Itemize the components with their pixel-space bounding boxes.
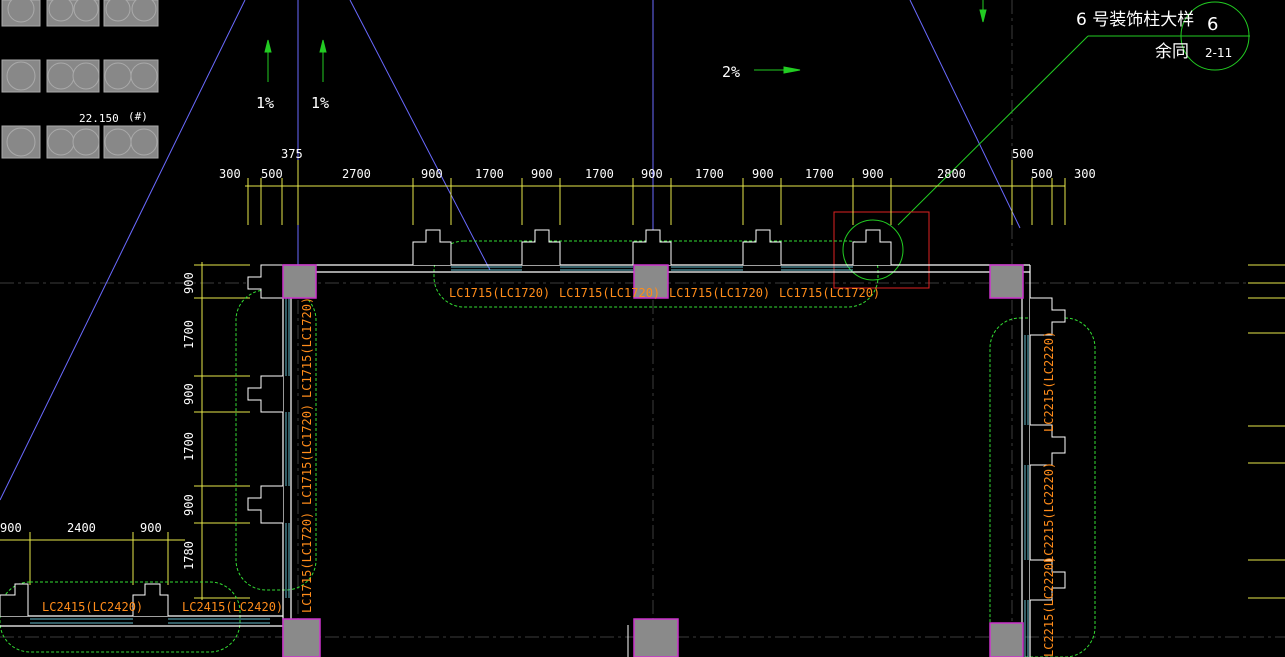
window-label-bottom: LC2415(LC2420) — [182, 600, 283, 614]
dim-left-item: 1700 — [182, 320, 196, 349]
dim-top-item: 1700 — [585, 167, 614, 181]
window-label-right: LC2215(LC2220) — [1042, 556, 1056, 657]
elevation-value: 22.150 — [79, 112, 119, 125]
floor-plan-drawing: 22.150 (#) 1% 1% 2% 6 号装饰柱大样 余同 6 2-11 3… — [0, 0, 1285, 657]
window-label-left: LC1715(LC1720) — [300, 297, 314, 398]
dim-left-item: 1700 — [182, 432, 196, 461]
window-label-left: LC1715(LC1720) — [300, 512, 314, 613]
dimension-chain-left — [194, 262, 250, 600]
dim-top-item: 500 — [261, 167, 283, 181]
window-label-top: LC1715(LC1720) — [779, 286, 880, 300]
window-label-right: LC2215(LC2220) — [1042, 331, 1056, 432]
dimension-text-left: 900 1700 900 1700 900 1780 — [182, 272, 196, 570]
window-label-left: LC1715(LC1720) — [300, 404, 314, 505]
column — [282, 618, 321, 657]
column — [282, 264, 317, 299]
dim-top-item: 1700 — [695, 167, 724, 181]
window-label-top: LC1715(LC1720) — [669, 286, 770, 300]
dim-top-500-upper: 500 — [1012, 147, 1034, 161]
sheet-number: 2-11 — [1205, 46, 1232, 60]
column — [633, 618, 679, 657]
slope-label-top: 2% — [722, 63, 740, 81]
detail-number: 6 — [1207, 14, 1218, 35]
dim-top-item: 2800 — [937, 167, 966, 181]
slope-arrows — [264, 0, 987, 82]
slope-label-left-b: 1% — [311, 94, 329, 112]
dim-top-item: 2700 — [342, 167, 371, 181]
dim-top-item: 500 — [1031, 167, 1053, 181]
window-label-top: LC1715(LC1720) — [449, 286, 550, 300]
detail-title: 6 号装饰柱大样 — [1076, 10, 1194, 30]
vent-symbols — [1, 0, 159, 159]
dim-top-item: 900 — [421, 167, 443, 181]
column — [989, 622, 1024, 657]
detail-subtitle: 余同 — [1155, 42, 1189, 62]
dim-top-item: 1700 — [805, 167, 834, 181]
dim-top-item: 300 — [219, 167, 241, 181]
dim-top-item: 1700 — [475, 167, 504, 181]
dim-bl-item: 2400 — [67, 521, 96, 535]
window-label-top: LC1715(LC1720) — [559, 286, 660, 300]
dim-top-item: 300 — [1074, 167, 1096, 181]
dim-bl-item: 900 — [0, 521, 22, 535]
window-label-bottom: LC2415(LC2420) — [42, 600, 143, 614]
dim-left-item: 1780 — [182, 541, 196, 570]
dim-top-item: 900 — [531, 167, 553, 181]
dim-left-item: 900 — [182, 383, 196, 405]
dim-top-item: 900 — [641, 167, 663, 181]
window-label-right: LC2215(LC2220) — [1042, 462, 1056, 563]
slope-label-left-a: 1% — [256, 94, 274, 112]
dimension-text-top: 375 500 300 500 2700 900 1700 900 1700 9… — [219, 147, 1096, 181]
right-ticks — [1248, 264, 1285, 599]
dimension-chain-bottom-left — [0, 532, 185, 585]
dim-left-item: 900 — [182, 272, 196, 294]
dim-bl-item: 900 — [140, 521, 162, 535]
column — [989, 264, 1024, 299]
dimension-text-bottom-left: 900 2400 900 — [0, 521, 162, 535]
window-glazing — [30, 266, 1029, 657]
dim-left-item: 900 — [182, 494, 196, 516]
dim-top-item: 900 — [752, 167, 774, 181]
dim-top-item: 900 — [862, 167, 884, 181]
dim-top-375: 375 — [281, 147, 303, 161]
elevation-note: (#) — [128, 110, 148, 123]
